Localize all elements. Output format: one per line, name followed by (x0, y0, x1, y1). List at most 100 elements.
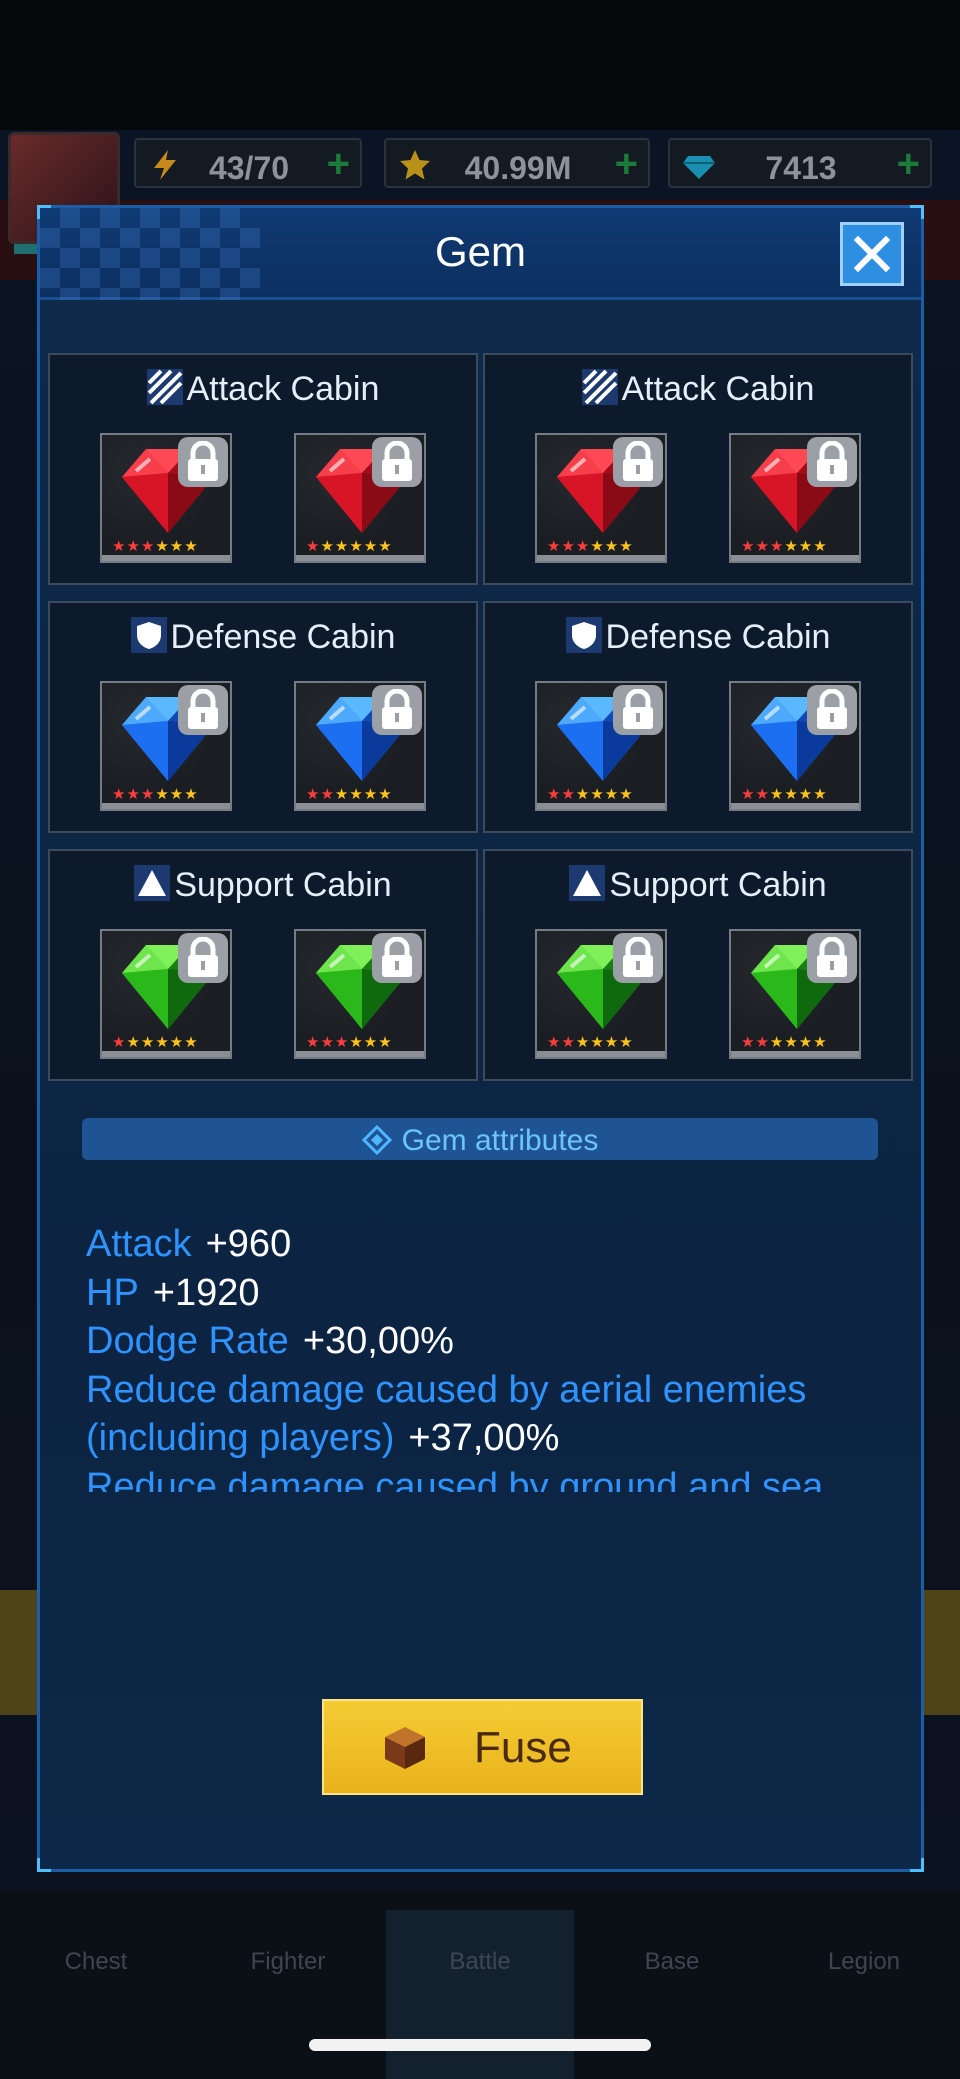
nav-battle[interactable]: Battle (384, 1948, 576, 1976)
close-button[interactable] (840, 222, 904, 286)
slot-base (731, 555, 859, 561)
star-rating: ★★★★★★ (112, 1034, 199, 1051)
attribute-row: Attack +960 (86, 1220, 886, 1269)
cabin-title: Attack Cabin (50, 369, 476, 409)
slot-base (296, 803, 424, 809)
diamonds-value: 7413 (765, 150, 837, 186)
cabin-title: Attack Cabin (485, 369, 911, 409)
star-rating: ★★★★★★ (547, 1034, 634, 1051)
attribute-list[interactable]: Attack +960 HP +1920 Dodge Rate +30,00% Reduce… (86, 1220, 886, 1492)
gem-slot[interactable]: ★★★★★★ (294, 929, 426, 1059)
gem-slot[interactable]: ★★★★★★ (100, 433, 232, 563)
gem-attributes-label: Gem attributes (401, 1124, 599, 1157)
corner-tr (910, 205, 924, 219)
coins-value: 40.99M (464, 150, 572, 186)
slot-base (102, 555, 230, 561)
corner-tl (37, 205, 51, 219)
attribute-name: Dodge Rate (86, 1320, 289, 1362)
nav-legion[interactable]: Legion (768, 1948, 960, 1976)
corner-bl (37, 1858, 51, 1872)
cabin-title: Support Cabin (485, 865, 911, 905)
lightning-icon (154, 150, 176, 180)
gem-slot[interactable]: ★★★★★★ (535, 681, 667, 811)
lock-icon (807, 437, 857, 487)
attribute-name: Attack (86, 1223, 192, 1265)
attribute-name: HP (86, 1271, 139, 1314)
star-rating: ★★★★★★ (741, 786, 828, 803)
slot-base (731, 803, 859, 809)
coins-resource: 40.99M + (384, 138, 650, 188)
add-coins-button[interactable]: + (615, 144, 638, 184)
nav-battle-highlight (386, 1910, 574, 2079)
gem-slot[interactable]: ★★★★★★ (294, 433, 426, 563)
slot-base (537, 1051, 665, 1057)
lock-icon (613, 685, 663, 735)
lock-icon (613, 933, 663, 983)
lock-icon (807, 685, 857, 735)
cabin-card: Attack Cabin ★★★★★★ ★★★★★★ (483, 353, 913, 585)
energy-value: 43/70 (208, 150, 290, 186)
cabin-name: Defense Cabin (605, 618, 831, 656)
lock-icon (178, 933, 228, 983)
nav-base[interactable]: Base (576, 1948, 768, 1976)
cabin-card: Attack Cabin ★★★★★★ ★★★★★★ (48, 353, 478, 585)
add-diamonds-button[interactable]: + (897, 144, 920, 184)
gem-dialog: Gem Attack Cabin ★★★★★★ ★★★★★★ Attack Cabin… (37, 205, 924, 1872)
attribute-row: Reduce damage caused by aerial enemies (… (86, 1366, 886, 1463)
slot-base (537, 803, 665, 809)
nav-fighter[interactable]: Fighter (192, 1948, 384, 1976)
star-rating: ★★★★★★ (741, 538, 828, 555)
attribute-row: Reduce damage caused by ground and sea e… (86, 1463, 886, 1493)
gem-slot[interactable]: ★★★★★★ (729, 929, 861, 1059)
gem-slot[interactable]: ★★★★★★ (294, 681, 426, 811)
corner-br (910, 1858, 924, 1872)
lock-icon (372, 437, 422, 487)
slot-base (296, 555, 424, 561)
slot-base (731, 1051, 859, 1057)
box-icon (385, 1727, 425, 1769)
close-icon (853, 235, 891, 273)
lock-icon (178, 437, 228, 487)
energy-resource: 43/70 + (134, 138, 362, 188)
star-rating: ★★★★★★ (741, 1034, 828, 1051)
diamond-icon (683, 156, 715, 179)
cabin-name: Attack Cabin (186, 370, 380, 408)
cabin-card: Defense Cabin ★★★★★★ ★★★★★★ (483, 601, 913, 833)
lock-icon (372, 685, 422, 735)
attribute-value: +30,00% (302, 1320, 454, 1362)
diamond-outline-icon (361, 1125, 392, 1155)
background-top (0, 0, 960, 130)
gem-slot[interactable]: ★★★★★★ (100, 929, 232, 1059)
gem-slot[interactable]: ★★★★★★ (100, 681, 232, 811)
star-rating: ★★★★★★ (112, 538, 199, 555)
fuse-button[interactable]: Fuse (322, 1699, 643, 1795)
star-icon (400, 150, 430, 180)
cabin-title: Defense Cabin (50, 617, 476, 657)
cabin-title: Defense Cabin (485, 617, 911, 657)
slot-base (296, 1051, 424, 1057)
triangle-icon (134, 865, 171, 901)
slot-base (102, 1051, 230, 1057)
triangle-icon (569, 865, 606, 901)
add-energy-button[interactable]: + (327, 144, 350, 184)
slot-base (537, 555, 665, 561)
diamonds-resource: 7413 + (668, 138, 932, 188)
lock-icon (372, 933, 422, 983)
gem-slot[interactable]: ★★★★★★ (535, 929, 667, 1059)
cabin-name: Defense Cabin (170, 618, 396, 656)
resource-bar: 43/70 + 40.99M + 7413 + (0, 132, 960, 254)
nav-chest[interactable]: Chest (0, 1948, 192, 1976)
lock-icon (178, 685, 228, 735)
star-rating: ★★★★★★ (547, 538, 634, 555)
home-indicator[interactable] (309, 2039, 651, 2051)
star-rating: ★★★★★★ (306, 538, 393, 555)
gem-slot[interactable]: ★★★★★★ (729, 681, 861, 811)
star-rating: ★★★★★★ (547, 786, 634, 803)
attribute-value: +1920 (152, 1271, 260, 1314)
cabin-name: Attack Cabin (621, 370, 815, 408)
gem-slot[interactable]: ★★★★★★ (729, 433, 861, 563)
lock-icon (613, 437, 663, 487)
gem-slot[interactable]: ★★★★★★ (535, 433, 667, 563)
attribute-row: Dodge Rate +30,00% (86, 1317, 886, 1366)
attribute-value: +960 (205, 1223, 292, 1265)
